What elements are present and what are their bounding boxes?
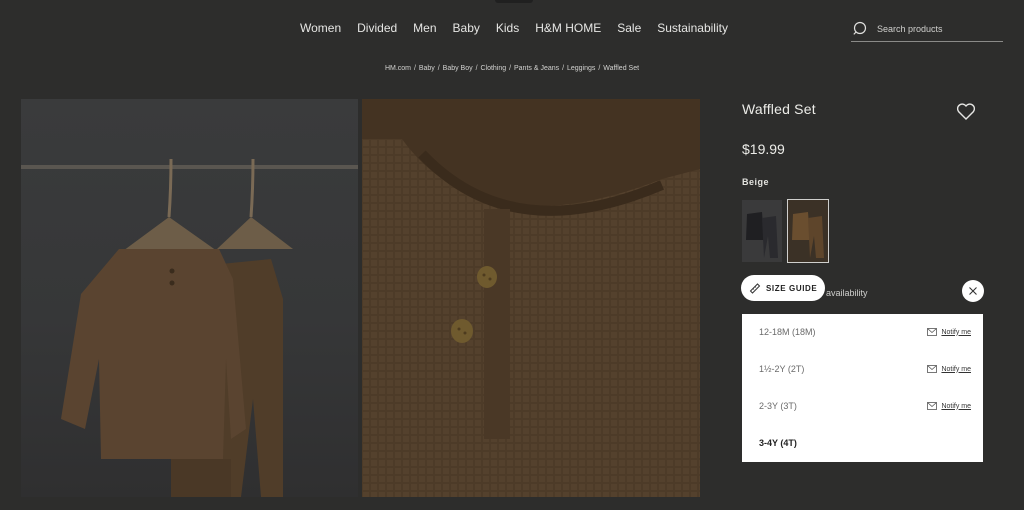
- search-input[interactable]: [875, 23, 999, 35]
- size-option-1-2y[interactable]: 1½-2Y (2T) Notify me: [742, 351, 983, 388]
- notify-me-link[interactable]: Notify me: [927, 402, 971, 410]
- search-icon[interactable]: [853, 21, 869, 37]
- nav-divided[interactable]: Divided: [357, 20, 397, 36]
- heart-icon[interactable]: [956, 102, 976, 121]
- notify-me-link[interactable]: Notify me: [927, 328, 971, 336]
- breadcrumb-clothing[interactable]: Clothing: [480, 65, 506, 72]
- notify-me-label: Notify me: [941, 365, 971, 373]
- breadcrumb-pants-jeans[interactable]: Pants & Jeans: [514, 65, 559, 72]
- color-label: Beige: [742, 177, 770, 187]
- nav-kids[interactable]: Kids: [496, 20, 519, 36]
- mail-icon: [927, 365, 938, 373]
- size-option-2-3y[interactable]: 2-3Y (3T) Notify me: [742, 388, 983, 425]
- breadcrumb-current: Waffled Set: [603, 65, 640, 72]
- product-price: $19.99: [742, 141, 785, 157]
- size-option-label: 1½-2Y (2T): [759, 364, 805, 374]
- search-bar: [851, 17, 1003, 42]
- nav-sale[interactable]: Sale: [617, 20, 641, 36]
- breadcrumb-baby-boy[interactable]: Baby Boy: [443, 65, 473, 72]
- top-edge: [495, 0, 533, 3]
- swatch-beige-illustration: [792, 212, 824, 258]
- close-size-panel-button[interactable]: [962, 280, 984, 302]
- product-image-hanger[interactable]: [21, 99, 358, 497]
- size-option-label: 12-18M (18M): [759, 327, 816, 337]
- product-title: Waffled Set: [742, 101, 816, 117]
- size-option-label: 2-3Y (3T): [759, 401, 797, 411]
- availability-link[interactable]: availability: [826, 288, 868, 298]
- size-guide-button[interactable]: SIZE GUIDE: [742, 276, 824, 300]
- breadcrumb: HM.com / Baby / Baby Boy / Clothing / Pa…: [384, 65, 640, 72]
- nav-baby[interactable]: Baby: [453, 20, 480, 36]
- ruler-icon: [749, 283, 761, 294]
- notify-me-label: Notify me: [941, 402, 971, 410]
- close-icon: [969, 287, 977, 295]
- nav-hm-home[interactable]: H&M HOME: [535, 20, 601, 36]
- product-image-closeup[interactable]: [362, 99, 700, 497]
- nav-men[interactable]: Men: [413, 20, 436, 36]
- notify-me-link[interactable]: Notify me: [927, 365, 971, 373]
- swatch-dark-illustration: [746, 212, 778, 258]
- mail-icon: [927, 328, 938, 336]
- mail-icon: [927, 402, 938, 410]
- nav-sustainability[interactable]: Sustainability: [657, 20, 728, 36]
- notify-me-label: Notify me: [941, 328, 971, 336]
- closeup-photo-illustration: [362, 99, 700, 497]
- breadcrumb-baby[interactable]: Baby: [419, 65, 435, 72]
- main-nav: Women Divided Men Baby Kids H&M HOME Sal…: [300, 20, 744, 36]
- color-swatch-dark[interactable]: [742, 200, 782, 262]
- hanger-photo-illustration: [21, 158, 358, 497]
- size-option-12-18m[interactable]: 12-18M (18M) Notify me: [742, 314, 983, 351]
- size-option-3-4y[interactable]: 3-4Y (4T): [742, 425, 983, 462]
- breadcrumb-hm[interactable]: HM.com: [385, 65, 411, 72]
- color-swatch-beige[interactable]: [787, 199, 829, 263]
- nav-women[interactable]: Women: [300, 20, 341, 36]
- size-option-label: 3-4Y (4T): [759, 438, 797, 448]
- size-selector-panel: 12-18M (18M) Notify me 1½-2Y (2T) Notify…: [742, 314, 983, 462]
- size-guide-label: SIZE GUIDE: [766, 283, 818, 293]
- breadcrumb-leggings[interactable]: Leggings: [567, 65, 595, 72]
